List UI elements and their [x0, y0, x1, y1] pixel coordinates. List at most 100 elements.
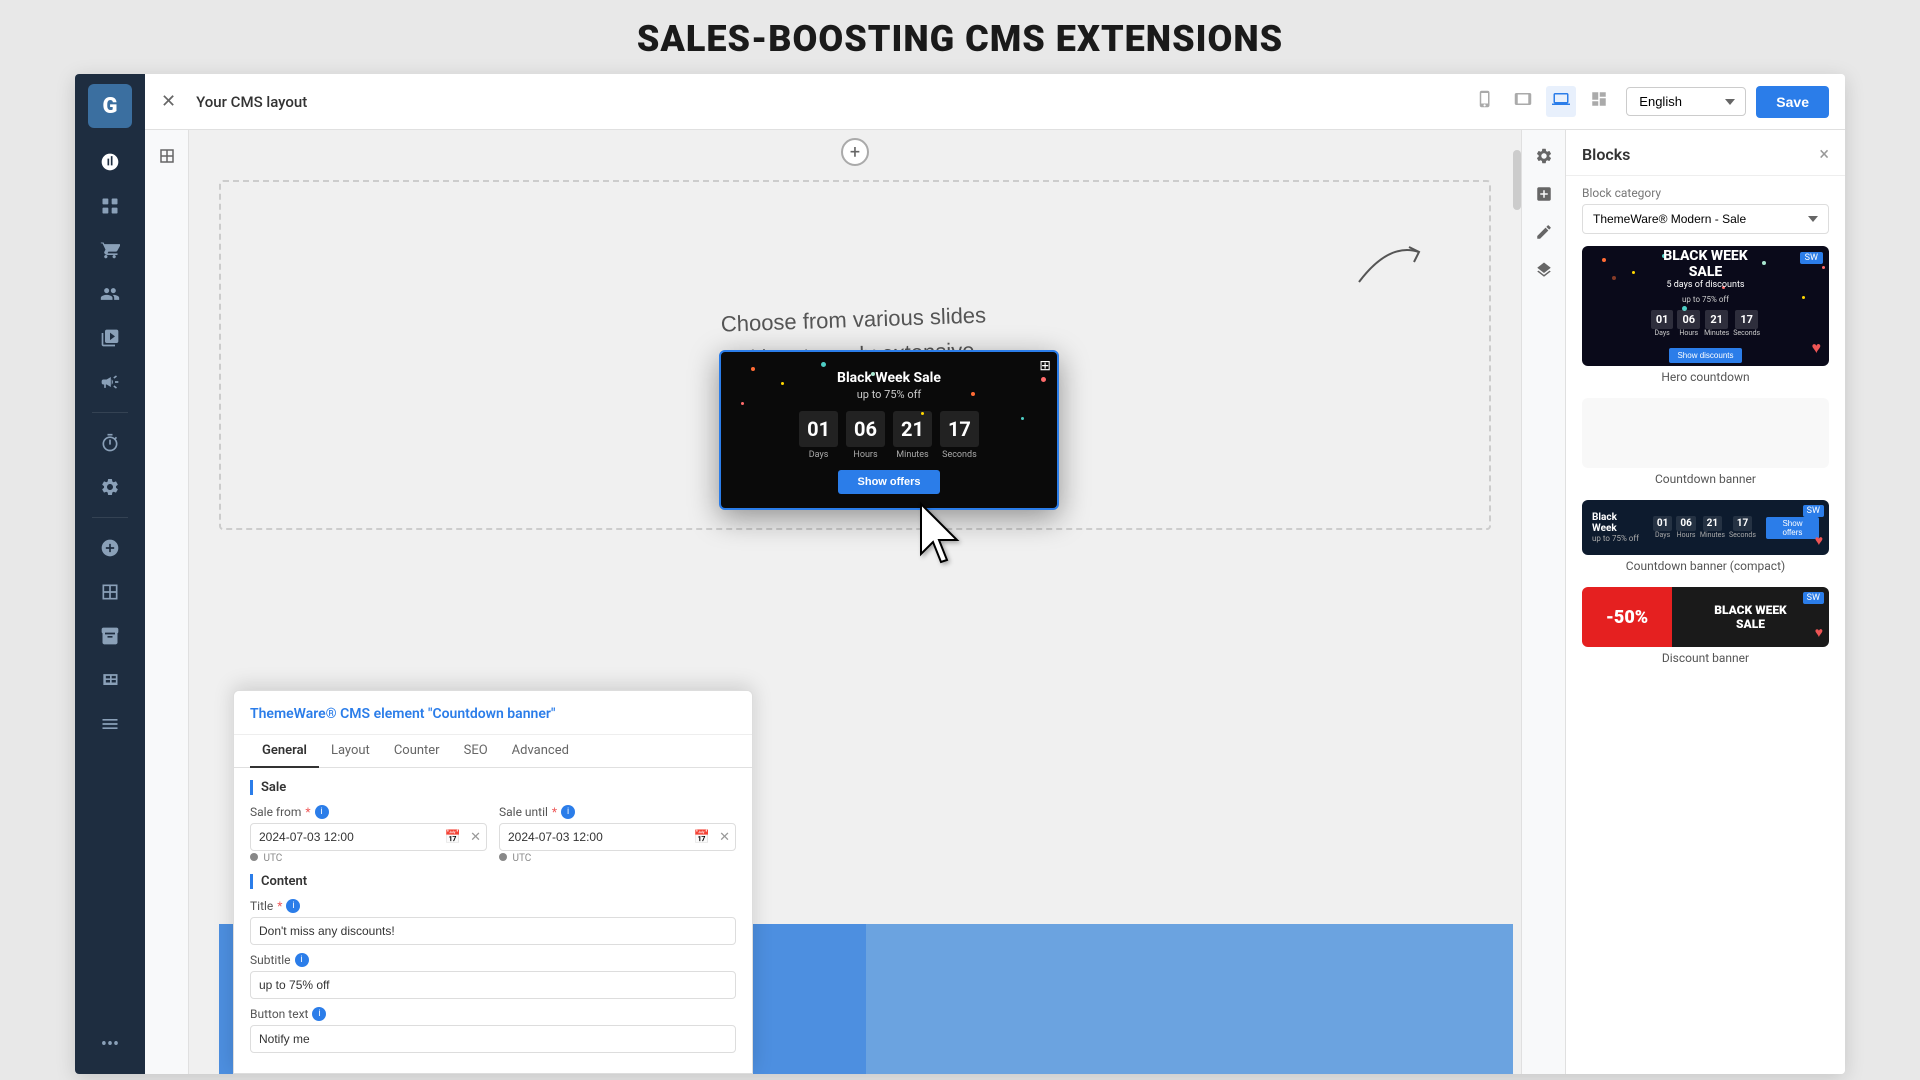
- hc-hours-label: Hours: [1679, 329, 1698, 337]
- cc-hours-label: Hours: [1677, 531, 1696, 539]
- tab-advanced[interactable]: Advanced: [500, 735, 581, 768]
- discount-banner-block: -50% BLACK WEEKSALE SW ♥ Discount banner: [1582, 587, 1829, 665]
- sidebar-item-table3[interactable]: [88, 660, 132, 700]
- cc-seconds-label: Seconds: [1729, 531, 1756, 539]
- button-text-label: Button text i: [250, 1007, 736, 1021]
- cc-text: Black Week: [1592, 512, 1643, 534]
- countdown-compact-thumb[interactable]: Black Week up to 75% off 01 Days: [1582, 500, 1829, 555]
- grid-icon[interactable]: [1584, 86, 1614, 117]
- discount-banner-thumb[interactable]: -50% BLACK WEEKSALE SW ♥: [1582, 587, 1829, 647]
- hero-countdown-heart[interactable]: ♥: [1812, 338, 1822, 358]
- banner-title: Black Week Sale: [737, 370, 1041, 386]
- settings-icon: [100, 477, 120, 497]
- cc-hours: 06 Hours: [1676, 516, 1695, 539]
- block-category-select[interactable]: ThemeWare® Modern - Sale: [1582, 204, 1829, 234]
- sidebar-item-marketing[interactable]: [88, 362, 132, 402]
- desktop-icon[interactable]: [1546, 86, 1576, 117]
- canvas-scrollbar[interactable]: [1513, 130, 1521, 1074]
- db-heart[interactable]: ♥: [1815, 624, 1823, 641]
- button-text-info[interactable]: i: [312, 1007, 326, 1021]
- db-left: -50%: [1582, 587, 1672, 647]
- logo[interactable]: G: [88, 84, 132, 128]
- title-info[interactable]: i: [286, 899, 300, 913]
- sale-from-info[interactable]: i: [315, 805, 329, 819]
- seconds-label: Seconds: [942, 450, 977, 460]
- tab-general[interactable]: General: [250, 735, 319, 768]
- settings-tool-icon[interactable]: [1528, 140, 1560, 172]
- button-text-input[interactable]: [250, 1025, 736, 1053]
- sale-until-calendar-icon[interactable]: 📅: [694, 830, 710, 845]
- tablet-icon[interactable]: [1508, 86, 1538, 117]
- layers-tool-icon[interactable]: [1528, 254, 1560, 286]
- sidebar-item-media[interactable]: [88, 318, 132, 358]
- cc-nums: 01 Days 06 Hours 21 Minu: [1653, 516, 1756, 539]
- add-section-icon: +: [850, 142, 860, 163]
- countdown-banner-name: Countdown banner: [1582, 472, 1829, 486]
- add-section-button[interactable]: +: [841, 138, 869, 166]
- countdown-banner-thumb[interactable]: [1582, 398, 1829, 468]
- cc-minutes-val: 21: [1703, 516, 1722, 531]
- utc-dot: [250, 853, 258, 861]
- sidebar-item-add[interactable]: [88, 528, 132, 568]
- tab-layout[interactable]: Layout: [319, 735, 382, 768]
- discount-banner-preview: -50% BLACK WEEKSALE: [1582, 587, 1829, 647]
- hero-countdown-thumb[interactable]: BLACK WEEKSALE 5 days of discounts up to…: [1582, 246, 1829, 366]
- hc-hours: 06 Hours: [1677, 310, 1700, 337]
- sidebar-item-table1[interactable]: [88, 572, 132, 612]
- tab-counter[interactable]: Counter: [382, 735, 452, 768]
- cc-minutes-label: Minutes: [1700, 531, 1725, 539]
- sidebar-item-timer[interactable]: [88, 423, 132, 463]
- hc-sub2: up to 75% off: [1651, 295, 1760, 304]
- blocks-header: Blocks ×: [1566, 130, 1845, 176]
- add-tool-icon[interactable]: [1528, 178, 1560, 210]
- subtitle-info[interactable]: i: [295, 953, 309, 967]
- sidebar-item-table2[interactable]: [88, 616, 132, 656]
- sidebar-divider-2: [92, 517, 128, 518]
- language-select[interactable]: English: [1626, 87, 1746, 116]
- sidebar-item-analytics[interactable]: [88, 142, 132, 182]
- sale-until-clear-icon[interactable]: ✕: [719, 830, 730, 845]
- sale-from-clear-icon[interactable]: ✕: [470, 830, 481, 845]
- sidebar-item-more[interactable]: •••: [88, 1024, 132, 1064]
- sale-until-info[interactable]: i: [561, 805, 575, 819]
- banner-expand-icon[interactable]: ⊞: [1039, 358, 1051, 374]
- scrollbar-thumb[interactable]: [1513, 150, 1521, 210]
- sidebar-item-shop[interactable]: [88, 230, 132, 270]
- panel-body: Sale Sale from * i: [234, 768, 752, 1073]
- panel-title-link[interactable]: ThemeWare® CMS element "Countdown banner…: [250, 706, 555, 722]
- show-offers-button[interactable]: Show offers: [838, 470, 941, 494]
- mobile-icon[interactable]: [1470, 86, 1500, 117]
- sidebar-item-pages[interactable]: [88, 186, 132, 226]
- hc-seconds: 17 Seconds: [1733, 310, 1760, 337]
- sidebar-item-settings[interactable]: [88, 467, 132, 507]
- layout-tool-icon[interactable]: [151, 140, 183, 172]
- cc-heart[interactable]: ♥: [1815, 532, 1823, 549]
- sidebar-item-users[interactable]: [88, 274, 132, 314]
- title-input[interactable]: [250, 917, 736, 945]
- days-value: 01: [799, 411, 838, 447]
- subtitle-input[interactable]: [250, 971, 736, 999]
- hero-countdown-badge: SW: [1800, 252, 1823, 264]
- cc-subtext: up to 75% off: [1592, 534, 1643, 543]
- sale-from-calendar-icon[interactable]: 📅: [445, 830, 461, 845]
- users-icon: [100, 284, 120, 304]
- table2-icon: [100, 626, 120, 646]
- minutes-count: 21 Minutes: [893, 411, 932, 460]
- title-label: Title * i: [250, 899, 736, 913]
- save-button[interactable]: Save: [1756, 86, 1829, 118]
- discount-banner-name: Discount banner: [1582, 651, 1829, 665]
- blocks-close-button[interactable]: ×: [1819, 144, 1829, 165]
- tab-seo[interactable]: SEO: [452, 735, 500, 768]
- hc-days-val: 01: [1651, 310, 1674, 329]
- hc-nums: 01 Days 06 Hours 21: [1651, 310, 1760, 337]
- sale-from-label: Sale from * i: [250, 805, 487, 819]
- minutes-label: Minutes: [896, 450, 928, 460]
- sale-until-input-wrapper: ✕ 📅: [499, 823, 736, 851]
- close-button[interactable]: ✕: [161, 91, 176, 112]
- hc-btn[interactable]: Show discounts: [1669, 348, 1741, 363]
- banner-subtitle: up to 75% off: [737, 388, 1041, 401]
- edit-tool-icon[interactable]: [1528, 216, 1560, 248]
- seconds-count: 17 Seconds: [940, 411, 979, 460]
- cc-btn[interactable]: Show offers: [1766, 517, 1819, 539]
- sidebar-item-table4[interactable]: [88, 704, 132, 744]
